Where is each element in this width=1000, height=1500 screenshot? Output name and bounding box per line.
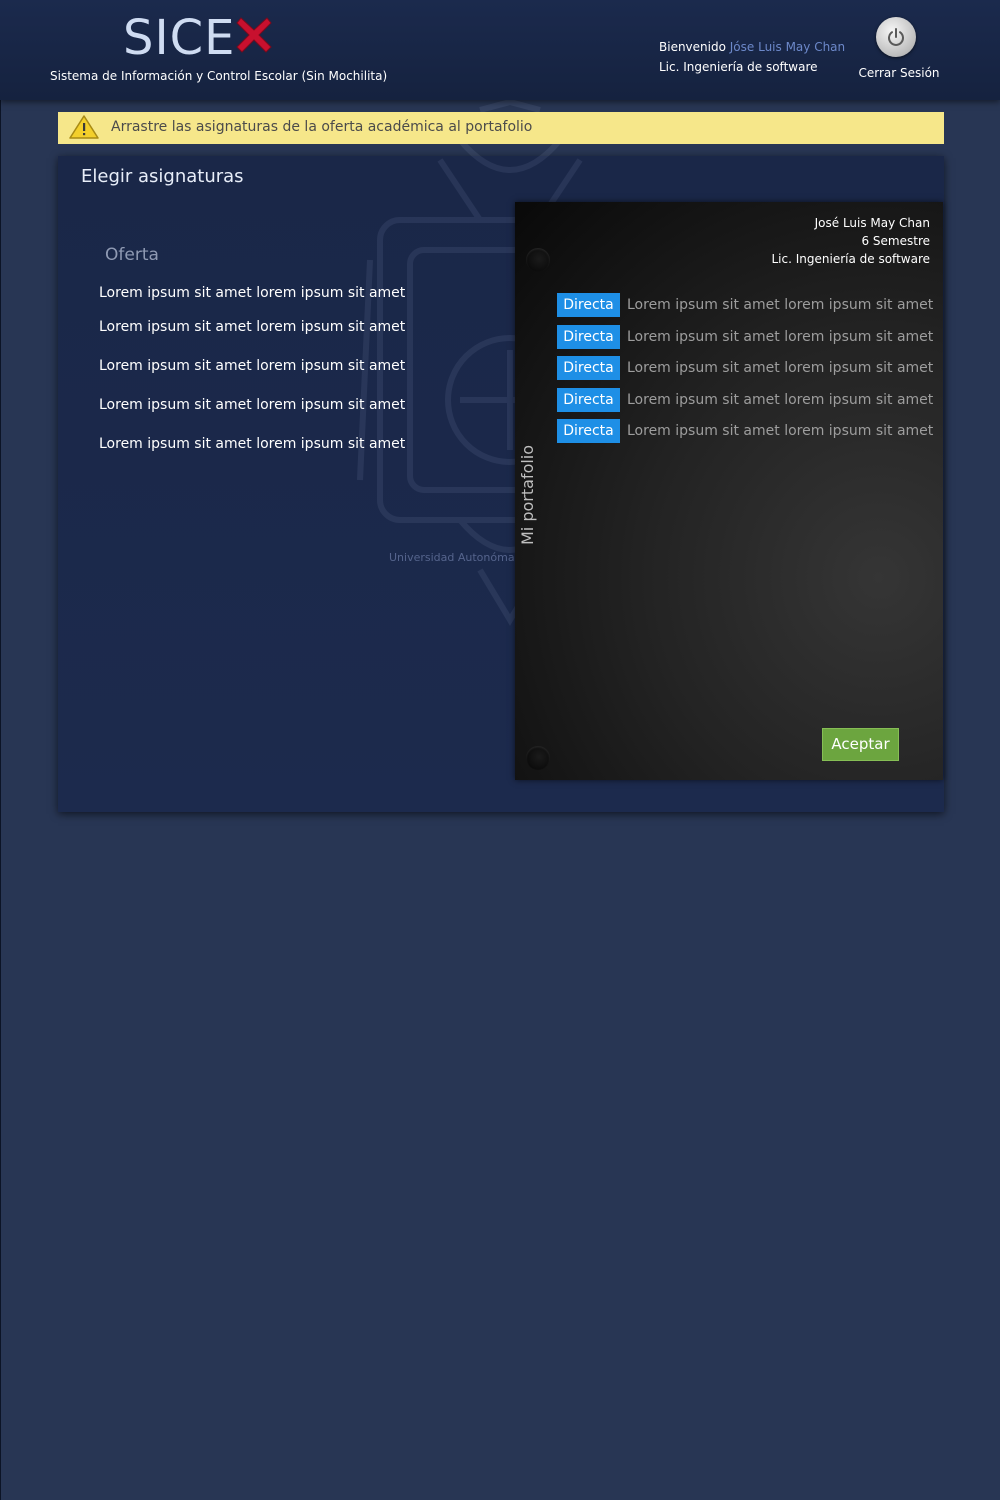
type-badge: Directa (557, 419, 620, 443)
watermark-caption: Universidad Autonóma (389, 551, 515, 564)
offer-item[interactable]: Lorem ipsum sit amet lorem ipsum sit ame… (99, 436, 405, 452)
type-badge: Directa (557, 356, 620, 380)
type-badge: Directa (557, 325, 620, 349)
portfolio-item-text: Lorem ipsum sit amet lorem ipsum sit ame… (627, 423, 934, 439)
logout-button[interactable] (876, 17, 916, 57)
welcome-block: Bienvenido Jóse Luis May Chan Lic. Ingen… (659, 37, 845, 77)
portfolio-item-text: Lorem ipsum sit amet lorem ipsum sit ame… (627, 329, 934, 345)
portfolio-panel[interactable]: Mi portafolio José Luis May Chan 6 Semes… (515, 202, 943, 780)
instruction-alert: Arrastre las asignaturas de la oferta ac… (58, 112, 944, 144)
panel-title: Elegir asignaturas (81, 166, 244, 187)
offer-item[interactable]: Lorem ipsum sit amet lorem ipsum sit ame… (99, 397, 405, 413)
user-name-link[interactable]: Jóse Luis May Chan (730, 40, 845, 54)
user-program: Lic. Ingeniería de software (659, 60, 818, 74)
welcome-label: Bienvenido (659, 40, 726, 54)
app-logo[interactable]: SICE (123, 10, 272, 66)
offer-item[interactable]: Lorem ipsum sit amet lorem ipsum sit ame… (99, 358, 405, 374)
student-info: José Luis May Chan 6 Semestre Lic. Ingen… (772, 214, 931, 268)
portfolio-item[interactable]: Directa Lorem ipsum sit amet lorem ipsum … (557, 293, 933, 317)
portfolio-label: Mi portafolio (518, 444, 537, 545)
offer-heading: Oferta (105, 245, 159, 265)
app-subtitle: Sistema de Información y Control Escolar… (50, 69, 388, 83)
type-badge: Directa (557, 293, 620, 317)
red-x-icon (236, 17, 272, 53)
portfolio-item[interactable]: Directa Lorem ipsum sit amet lorem ipsum … (557, 356, 933, 380)
page-edge (0, 0, 1, 1500)
logout-label[interactable]: Cerrar Sesión (852, 66, 946, 80)
alert-text: Arrastre las asignaturas de la oferta ac… (111, 119, 533, 135)
student-program: Lic. Ingeniería de software (771, 252, 931, 266)
portfolio-item[interactable]: Directa Lorem ipsum sit amet lorem ipsum … (557, 388, 933, 412)
logo-text: SICE (123, 10, 236, 66)
binder-hole (526, 248, 550, 272)
app-header: SICE Sistema de Información y Control Es… (0, 0, 1000, 100)
accept-button[interactable]: Aceptar (822, 728, 899, 761)
student-name: José Luis May Chan (814, 216, 930, 230)
type-badge: Directa (557, 388, 620, 412)
offer-item[interactable]: Lorem ipsum sit amet lorem ipsum sit ame… (99, 319, 405, 335)
offer-item[interactable]: Lorem ipsum sit amet lorem ipsum sit ame… (99, 285, 405, 301)
student-semester: 6 Semestre (861, 234, 930, 248)
binder-hole (526, 746, 550, 770)
portfolio-item-text: Lorem ipsum sit amet lorem ipsum sit ame… (627, 297, 934, 313)
portfolio-item[interactable]: Directa Lorem ipsum sit amet lorem ipsum … (557, 325, 933, 349)
portfolio-item-text: Lorem ipsum sit amet lorem ipsum sit ame… (627, 360, 934, 376)
portfolio-item-text: Lorem ipsum sit amet lorem ipsum sit ame… (627, 392, 934, 408)
warning-icon (69, 115, 99, 139)
power-icon (888, 28, 904, 46)
portfolio-item[interactable]: Directa Lorem ipsum sit amet lorem ipsum … (557, 419, 933, 443)
